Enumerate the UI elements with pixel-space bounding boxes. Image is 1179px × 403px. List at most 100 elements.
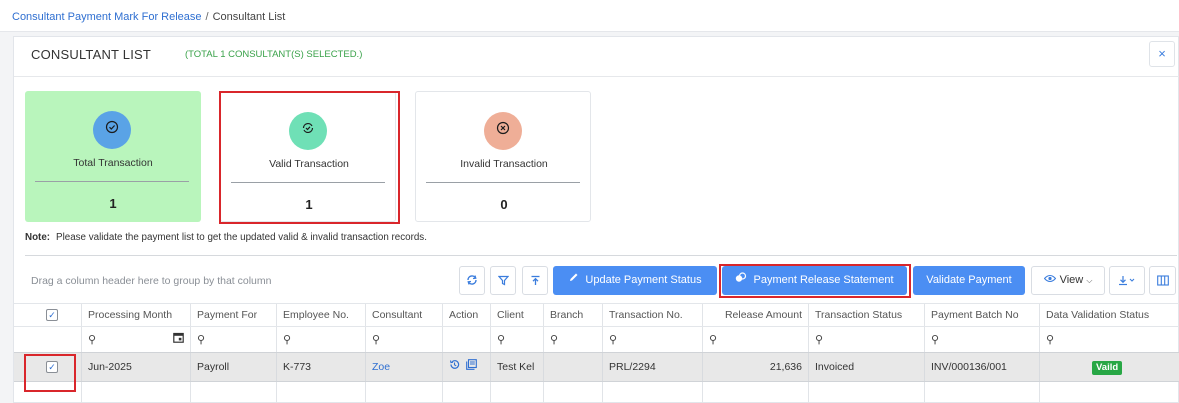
highlight-box-row-checkbox [24, 354, 76, 392]
search-icon: ⚲ [1046, 334, 1055, 346]
refresh-button[interactable] [459, 266, 485, 295]
column-header-consultant[interactable]: Consultant [366, 304, 443, 326]
pencil-icon [568, 273, 579, 286]
card-header: CONSULTANT LIST (TOTAL 1 CONSULTANT(S) S… [14, 37, 1179, 77]
document-stack-icon[interactable] [466, 359, 477, 373]
status-badge: Vaild [1092, 361, 1123, 375]
breadcrumb-separator: / [205, 11, 209, 23]
cell-consultant: Zoe [366, 353, 443, 381]
upload-button[interactable] [522, 266, 548, 295]
column-header-transaction-status[interactable]: Transaction Status [809, 304, 925, 326]
consultant-link[interactable]: Zoe [372, 361, 390, 373]
breadcrumb-parent-link[interactable]: Consultant Payment Mark For Release [12, 11, 202, 23]
empty-cell [443, 382, 491, 403]
validate-payment-label: Validate Payment [926, 274, 1012, 286]
note-text: Please validate the payment list to get … [56, 232, 427, 243]
columns-icon [1156, 275, 1169, 286]
stat-value: 0 [500, 197, 508, 212]
cell-client: Test Kel [491, 353, 544, 381]
validation-note: Note: Please validate the payment list to… [25, 232, 427, 243]
filter-button[interactable] [490, 266, 516, 295]
upload-icon [531, 275, 539, 285]
column-header-release-amount[interactable]: Release Amount [703, 304, 809, 326]
breadcrumb: Consultant Payment Mark For Release / Cons… [0, 0, 1179, 32]
column-header-branch[interactable]: Branch [544, 304, 603, 326]
search-icon: ⚲ [197, 334, 206, 346]
filter-employee-no[interactable]: ⚲ [277, 327, 366, 352]
note-label: Note: [25, 232, 51, 243]
breadcrumb-current: Consultant List [212, 11, 286, 23]
consultant-list-card: CONSULTANT LIST (TOTAL 1 CONSULTANT(S) S… [13, 36, 1179, 403]
history-icon[interactable] [449, 360, 460, 373]
table-row[interactable]: ✓ Jun-2025 Payroll K-773 Zoe Test Kel PR… [14, 353, 1179, 382]
search-icon: ⚲ [550, 334, 559, 346]
column-header-data-validation-status[interactable]: Data Validation Status [1040, 304, 1179, 326]
view-label: View [1059, 274, 1084, 286]
empty-cell [544, 382, 603, 403]
cell-processing-month: Jun-2025 [82, 353, 191, 381]
filter-transaction-no[interactable]: ⚲ [603, 327, 703, 352]
highlight-box-valid [219, 91, 400, 224]
update-payment-status-label: Update Payment Status [585, 274, 702, 286]
column-chooser-button[interactable] [1149, 266, 1176, 295]
stat-card-total[interactable]: Total Transaction 1 [25, 91, 201, 222]
stat-label: Invalid Transaction [460, 158, 548, 170]
filter-payment-batch-no[interactable]: ⚲ [925, 327, 1040, 352]
column-header-action[interactable]: Action [443, 304, 491, 326]
stat-divider [426, 182, 580, 183]
grid-empty-row [14, 382, 1179, 403]
filter-payment-for[interactable]: ⚲ [191, 327, 277, 352]
column-header-payment-batch-no[interactable]: Payment Batch No [925, 304, 1040, 326]
search-icon: ⚲ [88, 334, 97, 346]
column-header-payment-for[interactable]: Payment For [191, 304, 277, 326]
search-icon: ⚲ [609, 334, 618, 346]
column-header-client[interactable]: Client [491, 304, 544, 326]
filter-icon [497, 275, 509, 286]
eye-icon [1043, 274, 1056, 286]
filter-data-validation-status[interactable]: ⚲ [1040, 327, 1179, 352]
search-icon: ⚲ [931, 334, 940, 346]
grid-header-row: ✓ Processing Month Payment For Employee … [14, 303, 1179, 327]
column-header-transaction-no[interactable]: Transaction No. [603, 304, 703, 326]
stat-card-invalid[interactable]: Invalid Transaction 0 [415, 91, 591, 222]
filter-branch[interactable]: ⚲ [544, 327, 603, 352]
selected-count: (TOTAL 1 CONSULTANT(S) SELECTED.) [185, 49, 363, 60]
filter-action [443, 327, 491, 352]
column-header-processing-month[interactable]: Processing Month [82, 304, 191, 326]
stat-label: Total Transaction [73, 157, 153, 169]
view-dropdown[interactable]: View ⌵ [1031, 266, 1105, 295]
filter-processing-month[interactable]: ⚲ [82, 327, 191, 352]
empty-cell [603, 382, 703, 403]
search-icon: ⚲ [283, 334, 292, 346]
close-button[interactable]: × [1149, 41, 1175, 67]
filter-client[interactable]: ⚲ [491, 327, 544, 352]
search-icon: ⚲ [497, 334, 506, 346]
filter-release-amount[interactable]: ⚲ [703, 327, 809, 352]
select-all-checkbox[interactable]: ✓ [46, 309, 58, 321]
update-payment-status-button[interactable]: Update Payment Status [553, 266, 717, 295]
filter-cell-blank [14, 327, 82, 352]
check-circle-icon [93, 111, 131, 149]
divider [25, 255, 1177, 256]
group-by-hint[interactable]: Drag a column header here to group by th… [31, 275, 271, 287]
filter-transaction-status[interactable]: ⚲ [809, 327, 925, 352]
cell-branch [544, 353, 603, 381]
empty-cell [703, 382, 809, 403]
download-icon [1119, 276, 1135, 286]
empty-cell [366, 382, 443, 403]
empty-cell [925, 382, 1040, 403]
filter-consultant[interactable]: ⚲ [366, 327, 443, 352]
validate-payment-button[interactable]: Validate Payment [913, 266, 1025, 295]
calendar-icon[interactable] [173, 327, 184, 352]
column-header-employee-no[interactable]: Employee No. [277, 304, 366, 326]
cell-transaction-status: Invoiced [809, 353, 925, 381]
search-icon: ⚲ [815, 334, 824, 346]
cell-transaction-no: PRL/2294 [603, 353, 703, 381]
empty-cell [491, 382, 544, 403]
cell-release-amount: 21,636 [703, 353, 809, 381]
search-icon: ⚲ [372, 334, 381, 346]
refresh-icon [467, 275, 477, 285]
export-dropdown[interactable] [1109, 266, 1145, 295]
empty-cell [277, 382, 366, 403]
highlight-box-release-statement [719, 264, 911, 298]
